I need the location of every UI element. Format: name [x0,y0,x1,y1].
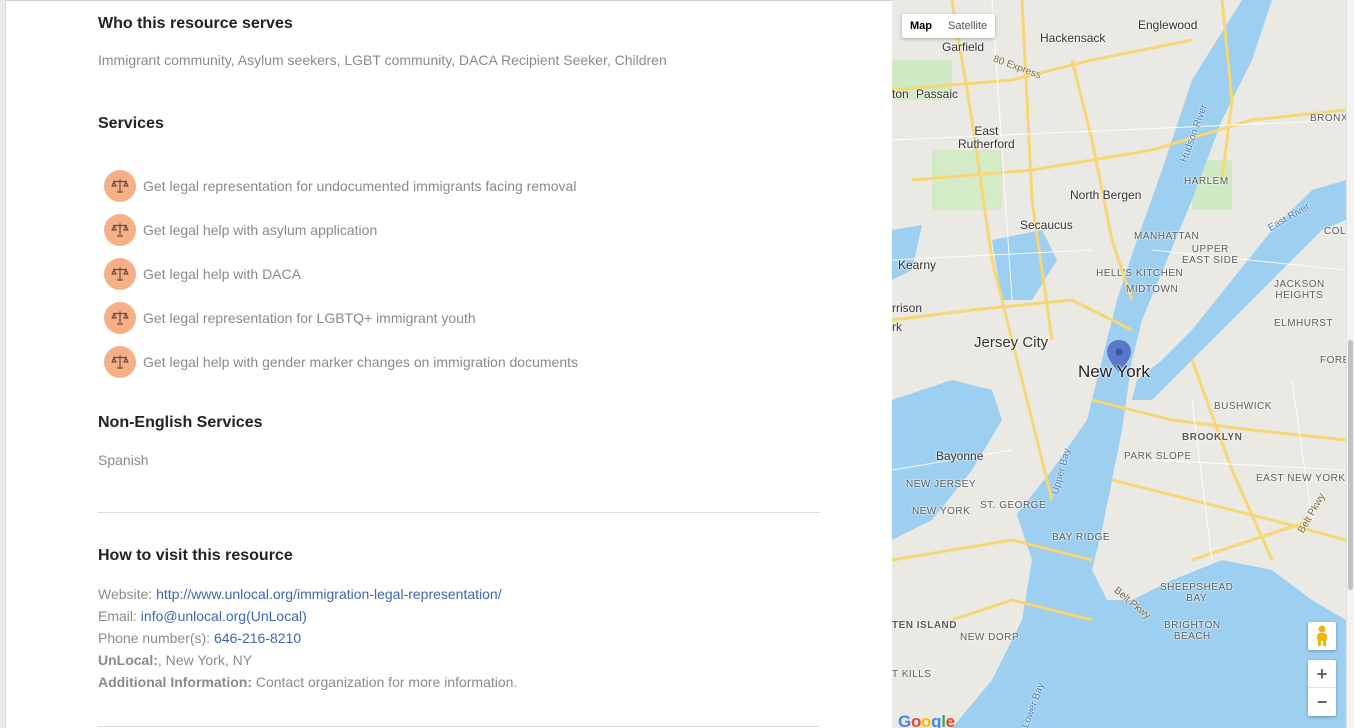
service-label: Get legal help with gender marker change… [143,354,579,370]
map-type-map-button[interactable]: Map [902,14,940,38]
org-label: UnLocal: [98,652,158,668]
map-label: ELMHURST [1274,318,1334,329]
map-label: FORES [1320,355,1346,366]
map-type-control: Map Satellite [902,14,996,38]
map-label: New York [1078,362,1150,381]
scrollbar-thumb[interactable] [1348,340,1353,590]
map-label: Passaic [916,87,959,101]
scale-icon [104,170,136,202]
zoom-out-button[interactable]: − [1308,688,1336,716]
map-label: MIDTOWN [1126,284,1179,295]
top-rule [6,0,892,1]
street-view-pegman-button[interactable] [1308,622,1336,650]
map-label: East Rutherford [958,124,1015,151]
phone-label: Phone number(s): [98,630,211,646]
map-label: rk [892,320,902,334]
map-label: Englewood [1138,18,1198,32]
scale-icon [104,302,136,334]
visit-title: How to visit this resource [98,547,293,564]
map-label: North Bergen [1070,188,1142,202]
service-item: Get legal help with gender marker change… [104,346,578,378]
scale-icon [104,258,136,290]
scale-icon [104,346,136,378]
service-label: Get legal representation for LGBTQ+ immi… [143,310,476,326]
pegman-icon [1317,625,1327,646]
additional-line: Additional Information: Contact organiza… [98,674,517,690]
additional-label: Additional Information: [98,674,252,690]
non-english-title: Non-English Services [98,414,263,431]
map-label: Garfield [942,40,985,54]
service-item: Get legal help with DACA [104,258,301,290]
serves-title: Who this resource serves [98,15,293,32]
map[interactable]: Map Satellite Englewood Hackensack Garfi… [892,0,1346,728]
map-label: Hackensack [1040,31,1106,45]
map-label: ST. GEORGE [980,500,1047,511]
map-label: NEW DORP [960,632,1019,643]
map-label: ton [892,87,909,101]
service-item: Get legal representation for LGBTQ+ immi… [104,302,476,334]
map-label: HARLEM [1184,176,1229,187]
zoom-control: + − [1308,660,1336,716]
map-label: NEW YORK [912,506,971,517]
service-label: Get legal help with asylum application [143,222,378,238]
divider [98,726,820,727]
org-address: , New York, NY [157,652,253,668]
google-logo: Google [898,712,955,728]
map-label: BRIGHTON BEACH [1164,620,1221,642]
phone-link[interactable]: 646-216-8210 [214,630,301,646]
map-label: Secaucus [1020,218,1073,232]
website-label: Website: [98,586,153,602]
map-label: SHEEPSHEAD BAY [1160,582,1234,604]
map-label: MANHATTAN [1134,231,1200,242]
map-label: BAY RIDGE [1052,532,1111,543]
map-label: Kearny [898,258,937,272]
email-label: Email: [98,608,137,624]
divider [98,512,820,513]
map-label: BUSHWICK [1214,401,1272,412]
non-english-text: Spanish [98,452,149,468]
service-label: Get legal representation for undocumente… [143,178,577,194]
window-left-edge [0,0,6,728]
map-label: HELL'S KITCHEN [1096,268,1184,279]
email-line: Email: info@unlocal.org(UnLocal) [98,608,307,624]
map-label: T KILLS [892,669,932,680]
map-label: TEN ISLAND [892,620,957,631]
map-label: rrison [892,301,923,315]
website-line: Website: http://www.unlocal.org/immigrat… [98,586,502,602]
map-label: PARK SLOPE [1124,451,1192,462]
scrollbar[interactable] [1346,0,1354,728]
map-label: JACKSON HEIGHTS [1274,279,1325,301]
map-label: UPPER EAST SIDE [1182,244,1239,266]
services-title: Services [98,115,164,132]
email-link[interactable]: info@unlocal.org(UnLocal) [141,608,307,624]
map-label: Bayonne [936,449,984,463]
map-type-satellite-button[interactable]: Satellite [940,14,995,38]
scale-icon [104,214,136,246]
map-label: COLL [1324,226,1346,237]
service-item: Get legal help with asylum application [104,214,377,246]
website-link[interactable]: http://www.unlocal.org/immigration-legal… [156,586,502,602]
org-line: UnLocal:, New York, NY [98,652,252,668]
map-label: NEW JERSEY [906,479,977,490]
serves-text: Immigrant community, Asylum seekers, LGB… [98,52,667,68]
service-label: Get legal help with DACA [143,266,301,282]
phone-line: Phone number(s): 646-216-8210 [98,630,301,646]
service-item: Get legal representation for undocumente… [104,170,576,202]
map-label: BROOKLYN [1182,432,1243,443]
zoom-in-button[interactable]: + [1308,660,1336,688]
map-label: EAST NEW YORK [1256,473,1346,484]
additional-value: Contact organization for more informatio… [255,674,518,690]
map-label: BRONX [1310,113,1346,124]
map-label: Jersey City [974,334,1049,351]
